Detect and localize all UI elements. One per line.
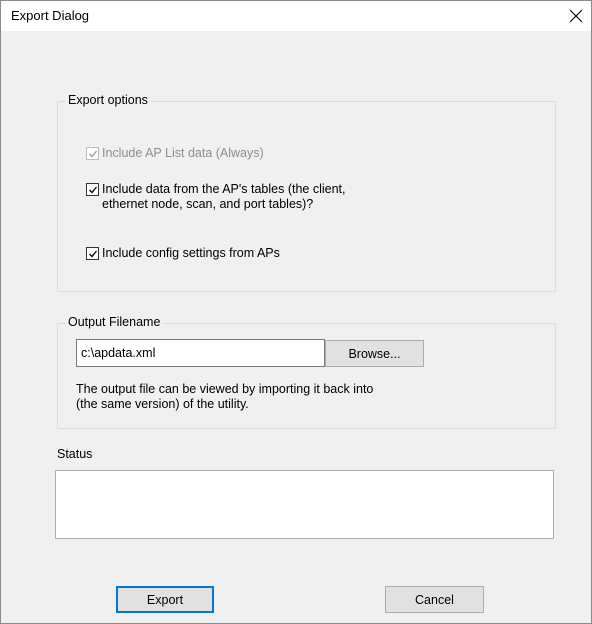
include-config-option[interactable]: Include config settings from APs: [86, 246, 280, 261]
include-tables-checkbox[interactable]: [86, 183, 99, 196]
status-label: Status: [57, 447, 93, 461]
checkmark-icon: [88, 250, 97, 257]
status-box: [55, 470, 554, 539]
include-config-checkbox[interactable]: [86, 247, 99, 260]
checkmark-icon: [88, 186, 97, 193]
output-info-line2: (the same version) of the utility.: [76, 397, 249, 411]
include-ap-list-label: Include AP List data (Always): [102, 146, 264, 160]
export-button[interactable]: Export: [116, 586, 214, 613]
export-options-group: Export options Include AP List data (Alw…: [57, 93, 556, 292]
browse-button[interactable]: Browse...: [325, 340, 424, 367]
output-info-line1: The output file can be viewed by importi…: [76, 382, 374, 396]
output-filename-input[interactable]: [76, 339, 325, 367]
output-info-text: The output file can be viewed by importi…: [76, 382, 373, 412]
export-dialog-window: Export Dialog Export options Include AP …: [0, 0, 592, 624]
include-ap-list-checkbox: [86, 147, 99, 160]
close-icon: [569, 9, 583, 23]
include-tables-option[interactable]: Include data from the AP's tables (the c…: [86, 182, 346, 212]
close-button[interactable]: [561, 1, 591, 31]
include-tables-label[interactable]: Include data from the AP's tables (the c…: [102, 182, 346, 212]
output-filename-legend: Output Filename: [65, 315, 164, 329]
window-title: Export Dialog: [11, 8, 90, 23]
include-config-label[interactable]: Include config settings from APs: [102, 246, 280, 261]
include-tables-label-line2: ethernet node, scan, and port tables)?: [102, 197, 314, 211]
export-options-legend: Export options: [65, 93, 151, 107]
checkmark-icon: [88, 150, 97, 157]
include-ap-list-option: Include AP List data (Always): [86, 146, 264, 161]
include-tables-label-line1: Include data from the AP's tables (the c…: [102, 182, 346, 196]
title-bar: Export Dialog: [1, 1, 591, 31]
cancel-button[interactable]: Cancel: [385, 586, 484, 613]
